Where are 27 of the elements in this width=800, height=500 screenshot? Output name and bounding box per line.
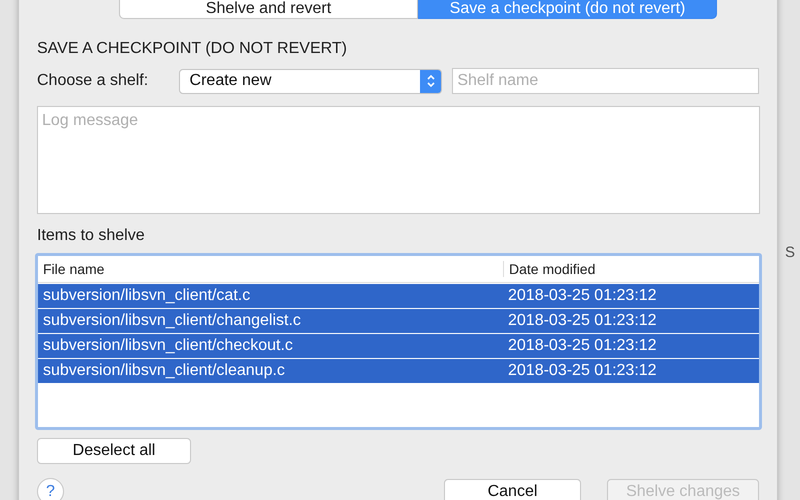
- field-label: Choose a shelf:: [37, 72, 150, 90]
- table-cell-text: subversion/libsvn_client/cat.c: [42, 287, 252, 305]
- table-row[interactable]: subversion/libsvn_client/cat.c 2018-03-25 01:23:12: [38, 284, 759, 308]
- table-cell-text: subversion/libsvn_client/cleanup.c: [42, 362, 286, 380]
- shelf-select[interactable]: Create new: [178, 68, 442, 94]
- column-header[interactable]: Date modified: [503, 261, 759, 277]
- table-cell-text: 2018-03-25 01:23:12: [507, 362, 658, 380]
- table-cell-text: 2018-03-25 01:23:12: [507, 337, 658, 355]
- updown-icon: [426, 74, 436, 88]
- column-header[interactable]: File name: [38, 261, 503, 277]
- table-row[interactable]: subversion/libsvn_client/cleanup.c 2018-03-25 01:23:12: [38, 359, 759, 383]
- section-label: Items to shelve: [37, 227, 146, 245]
- deselect-button[interactable]: Deselect all: [37, 438, 191, 464]
- input-field[interactable]: Log message: [37, 106, 760, 214]
- tab[interactable]: Shelve and revert: [119, 0, 418, 19]
- table-row[interactable]: subversion/libsvn_client/changelist.c 2018-03-25 01:23:12: [38, 309, 759, 333]
- table-cell-text: subversion/libsvn_client/checkout.c: [42, 337, 294, 355]
- section-title: SAVE A CHECKPOINT (DO NOT REVERT): [37, 40, 348, 58]
- table-cell-text: 2018-03-25 01:23:12: [507, 312, 658, 330]
- tab[interactable]: Save a checkpoint (do not revert): [418, 0, 717, 19]
- help-button[interactable]: ?: [37, 478, 64, 500]
- input-field[interactable]: Shelf name: [452, 68, 759, 94]
- table-cell-text: 2018-03-25 01:23:12: [507, 287, 658, 305]
- table-cell-text: subversion/libsvn_client/changelist.c: [42, 312, 302, 330]
- column-text: S: [785, 244, 796, 261]
- dialog-button[interactable]: Cancel: [444, 478, 581, 500]
- table-row[interactable]: subversion/libsvn_client/checkout.c 2018-03-25 01:23:12: [38, 334, 759, 358]
